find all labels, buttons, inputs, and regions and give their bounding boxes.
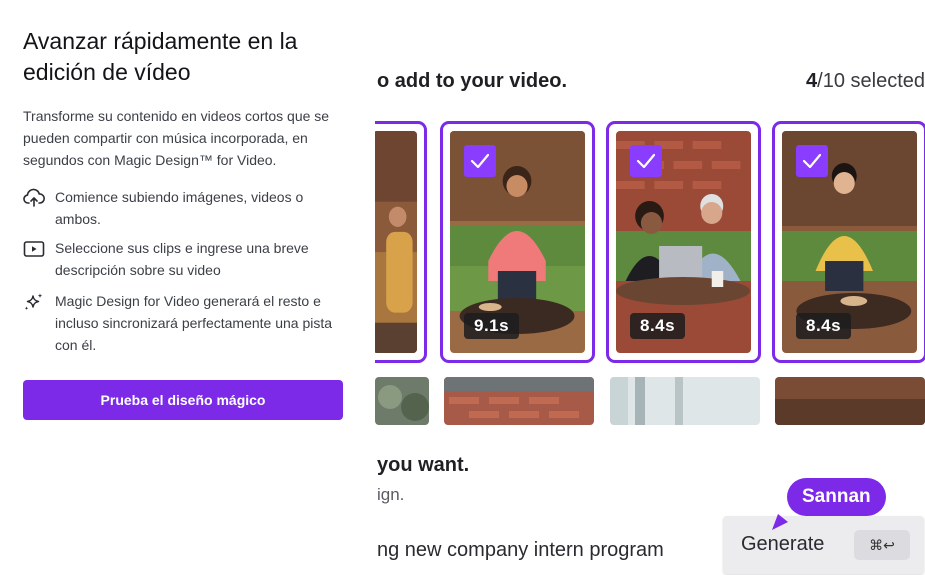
selected-total: /10 selected [817,70,925,92]
cursor-pointer-icon [772,514,788,530]
prompt-subtext: ign. [377,485,405,504]
shortcut-badge: ⌘↩ [854,530,910,560]
clip-duration: 8.4s [796,313,852,339]
feature-text: Seleccione sus clips e ingrese una breve… [55,240,309,278]
sparkle-icon [23,292,45,312]
clip-image: 8.4s [616,131,751,353]
check-icon [630,145,662,177]
cloud-upload-icon [23,188,45,208]
generate-label: Generate [741,533,825,555]
clip-duration: 9.1s [464,313,520,339]
clip-duration: 8.4s [630,313,686,339]
clip-image: 8.4s [782,131,917,353]
clip-card[interactable]: 8.4s [606,121,761,363]
info-panel: Avanzar rápidamente en la edición de víd… [0,0,375,575]
play-video-icon [23,239,45,259]
selected-count: 4 [806,70,818,92]
check-icon [464,145,496,177]
collaborator-cursor-label: Sannan [787,478,886,516]
clip-image [375,131,417,353]
clip-card[interactable]: 9.1s [440,121,595,363]
feature-text: Magic Design for Video generará el resto… [55,293,333,353]
selection-counter: 4/10 selected [806,70,925,93]
thumbnail[interactable] [610,377,760,425]
clips-heading: o add to your video. [377,70,568,92]
prompt-input-text[interactable]: ng new company intern program [377,539,664,562]
generate-button[interactable]: Generate ⌘↩ [723,516,924,574]
thumbnail[interactable] [444,377,594,425]
clip-card[interactable] [375,121,427,363]
check-icon [796,145,828,177]
prompt-heading: you want. [377,454,470,476]
clip-image: 9.1s [450,131,585,353]
try-magic-design-button[interactable]: Prueba el diseño mágico [23,380,343,420]
thumbnail[interactable] [375,377,429,425]
panel-title: Avanzar rápidamente en la edición de víd… [23,28,298,85]
feature-text: Comience subiendo imágenes, videos o amb… [55,189,304,227]
clip-card[interactable]: 8.4s [772,121,925,363]
thumbnail[interactable] [775,377,925,425]
panel-description: Transforme su contenido en videos cortos… [23,108,330,168]
